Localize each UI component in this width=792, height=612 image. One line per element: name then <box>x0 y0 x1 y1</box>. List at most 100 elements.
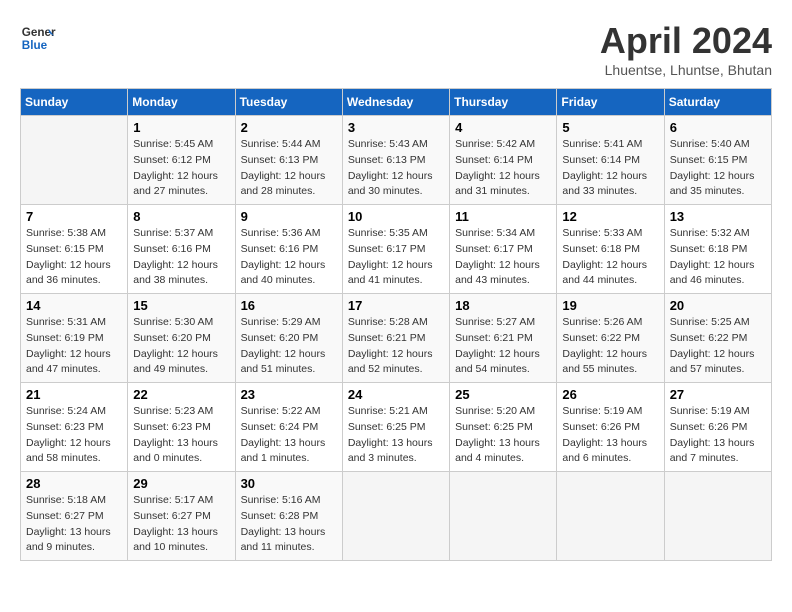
calendar-day-cell: 24 Sunrise: 5:21 AMSunset: 6:25 PMDayligh… <box>342 383 449 472</box>
calendar-day-cell: 23 Sunrise: 5:22 AMSunset: 6:24 PMDayligh… <box>235 383 342 472</box>
weekday-header-cell: Wednesday <box>342 89 449 116</box>
page-header: General Blue April 2024 Lhuentse, Lhunts… <box>20 20 772 78</box>
day-number: 18 <box>455 298 551 313</box>
calendar-week-row: 7 Sunrise: 5:38 AMSunset: 6:15 PMDaylight… <box>21 205 772 294</box>
day-info: Sunrise: 5:17 AMSunset: 6:27 PMDaylight:… <box>133 493 229 556</box>
day-number: 2 <box>241 120 337 135</box>
calendar-day-cell: 29Sunrise: 5:17 AMSunset: 6:27 PMDayligh… <box>128 472 235 561</box>
day-info: Sunrise: 5:35 AMSunset: 6:17 PMDaylight:… <box>348 226 444 289</box>
day-info: Sunrise: 5:18 AMSunset: 6:27 PMDaylight:… <box>26 493 122 556</box>
day-number: 19 <box>562 298 658 313</box>
day-number: 23 <box>241 387 337 402</box>
day-info: Sunrise: 5:38 AMSunset: 6:15 PMDaylight:… <box>26 226 122 289</box>
calendar-day-cell <box>664 472 771 561</box>
day-info: Sunrise: 5:31 AMSunset: 6:19 PMDaylight:… <box>26 315 122 378</box>
day-number: 3 <box>348 120 444 135</box>
day-info: Sunrise: 5:23 AMSunset: 6:23 PMDaylight:… <box>133 404 229 467</box>
day-number: 30 <box>241 476 337 491</box>
logo: General Blue <box>20 20 56 56</box>
day-info: Sunrise: 5:24 AMSunset: 6:23 PMDaylight:… <box>26 404 122 467</box>
day-info: Sunrise: 5:20 AMSunset: 6:25 PMDaylight:… <box>455 404 551 467</box>
calendar-day-cell: 5 Sunrise: 5:41 AMSunset: 6:14 PMDaylight… <box>557 116 664 205</box>
day-info: Sunrise: 5:41 AMSunset: 6:14 PMDaylight:… <box>562 137 658 200</box>
calendar-day-cell: 26Sunrise: 5:19 AMSunset: 6:26 PMDayligh… <box>557 383 664 472</box>
calendar-day-cell: 9 Sunrise: 5:36 AMSunset: 6:16 PMDaylight… <box>235 205 342 294</box>
calendar-day-cell: 16Sunrise: 5:29 AMSunset: 6:20 PMDayligh… <box>235 294 342 383</box>
calendar-body: 1Sunrise: 5:45 AMSunset: 6:12 PMDaylight… <box>21 116 772 561</box>
weekday-header-cell: Tuesday <box>235 89 342 116</box>
day-info: Sunrise: 5:33 AMSunset: 6:18 PMDaylight:… <box>562 226 658 289</box>
day-number: 1 <box>133 120 229 135</box>
day-info: Sunrise: 5:19 AMSunset: 6:26 PMDaylight:… <box>562 404 658 467</box>
calendar-day-cell: 30 Sunrise: 5:16 AMSunset: 6:28 PMDayligh… <box>235 472 342 561</box>
weekday-header-cell: Thursday <box>450 89 557 116</box>
weekday-header-row: SundayMondayTuesdayWednesdayThursdayFrid… <box>21 89 772 116</box>
day-info: Sunrise: 5:36 AMSunset: 6:16 PMDaylight:… <box>241 226 337 289</box>
day-info: Sunrise: 5:21 AMSunset: 6:25 PMDaylight:… <box>348 404 444 467</box>
calendar-day-cell: 21 Sunrise: 5:24 AMSunset: 6:23 PMDayligh… <box>21 383 128 472</box>
calendar-day-cell: 11Sunrise: 5:34 AMSunset: 6:17 PMDayligh… <box>450 205 557 294</box>
weekday-header-cell: Saturday <box>664 89 771 116</box>
calendar-day-cell: 20 Sunrise: 5:25 AMSunset: 6:22 PMDayligh… <box>664 294 771 383</box>
day-number: 20 <box>670 298 766 313</box>
calendar-week-row: 14 Sunrise: 5:31 AMSunset: 6:19 PMDayligh… <box>21 294 772 383</box>
day-info: Sunrise: 5:43 AMSunset: 6:13 PMDaylight:… <box>348 137 444 200</box>
day-number: 5 <box>562 120 658 135</box>
calendar-day-cell: 18 Sunrise: 5:27 AMSunset: 6:21 PMDayligh… <box>450 294 557 383</box>
day-info: Sunrise: 5:19 AMSunset: 6:26 PMDaylight:… <box>670 404 766 467</box>
day-info: Sunrise: 5:30 AMSunset: 6:20 PMDaylight:… <box>133 315 229 378</box>
day-info: Sunrise: 5:37 AMSunset: 6:16 PMDaylight:… <box>133 226 229 289</box>
calendar-day-cell: 6Sunrise: 5:40 AMSunset: 6:15 PMDaylight… <box>664 116 771 205</box>
day-info: Sunrise: 5:42 AMSunset: 6:14 PMDaylight:… <box>455 137 551 200</box>
day-number: 28 <box>26 476 122 491</box>
day-info: Sunrise: 5:22 AMSunset: 6:24 PMDaylight:… <box>241 404 337 467</box>
calendar-day-cell: 17Sunrise: 5:28 AMSunset: 6:21 PMDayligh… <box>342 294 449 383</box>
calendar-day-cell: 28 Sunrise: 5:18 AMSunset: 6:27 PMDayligh… <box>21 472 128 561</box>
calendar-day-cell: 8 Sunrise: 5:37 AMSunset: 6:16 PMDaylight… <box>128 205 235 294</box>
day-number: 25 <box>455 387 551 402</box>
day-number: 14 <box>26 298 122 313</box>
weekday-header-cell: Sunday <box>21 89 128 116</box>
calendar-day-cell: 12Sunrise: 5:33 AMSunset: 6:18 PMDayligh… <box>557 205 664 294</box>
day-info: Sunrise: 5:34 AMSunset: 6:17 PMDaylight:… <box>455 226 551 289</box>
day-number: 4 <box>455 120 551 135</box>
calendar-day-cell: 2 Sunrise: 5:44 AMSunset: 6:13 PMDaylight… <box>235 116 342 205</box>
day-info: Sunrise: 5:27 AMSunset: 6:21 PMDaylight:… <box>455 315 551 378</box>
day-info: Sunrise: 5:26 AMSunset: 6:22 PMDaylight:… <box>562 315 658 378</box>
calendar-day-cell: 13 Sunrise: 5:32 AMSunset: 6:18 PMDayligh… <box>664 205 771 294</box>
day-number: 15 <box>133 298 229 313</box>
calendar-day-cell <box>342 472 449 561</box>
day-info: Sunrise: 5:25 AMSunset: 6:22 PMDaylight:… <box>670 315 766 378</box>
day-info: Sunrise: 5:32 AMSunset: 6:18 PMDaylight:… <box>670 226 766 289</box>
day-number: 27 <box>670 387 766 402</box>
calendar-day-cell: 25 Sunrise: 5:20 AMSunset: 6:25 PMDayligh… <box>450 383 557 472</box>
calendar-table: SundayMondayTuesdayWednesdayThursdayFrid… <box>20 88 772 561</box>
day-info: Sunrise: 5:16 AMSunset: 6:28 PMDaylight:… <box>241 493 337 556</box>
calendar-week-row: 1Sunrise: 5:45 AMSunset: 6:12 PMDaylight… <box>21 116 772 205</box>
day-number: 13 <box>670 209 766 224</box>
calendar-day-cell: 7 Sunrise: 5:38 AMSunset: 6:15 PMDaylight… <box>21 205 128 294</box>
day-number: 16 <box>241 298 337 313</box>
svg-text:Blue: Blue <box>22 39 48 52</box>
calendar-day-cell: 22Sunrise: 5:23 AMSunset: 6:23 PMDayligh… <box>128 383 235 472</box>
calendar-day-cell <box>557 472 664 561</box>
calendar-day-cell: 1Sunrise: 5:45 AMSunset: 6:12 PMDaylight… <box>128 116 235 205</box>
calendar-day-cell: 4 Sunrise: 5:42 AMSunset: 6:14 PMDaylight… <box>450 116 557 205</box>
day-number: 21 <box>26 387 122 402</box>
weekday-header-cell: Monday <box>128 89 235 116</box>
day-number: 10 <box>348 209 444 224</box>
day-number: 8 <box>133 209 229 224</box>
day-info: Sunrise: 5:44 AMSunset: 6:13 PMDaylight:… <box>241 137 337 200</box>
calendar-week-row: 21 Sunrise: 5:24 AMSunset: 6:23 PMDayligh… <box>21 383 772 472</box>
calendar-week-row: 28 Sunrise: 5:18 AMSunset: 6:27 PMDayligh… <box>21 472 772 561</box>
calendar-day-cell: 10 Sunrise: 5:35 AMSunset: 6:17 PMDayligh… <box>342 205 449 294</box>
day-number: 9 <box>241 209 337 224</box>
calendar-day-cell <box>21 116 128 205</box>
day-number: 6 <box>670 120 766 135</box>
logo-icon: General Blue <box>20 20 56 56</box>
day-number: 24 <box>348 387 444 402</box>
title-block: April 2024 Lhuentse, Lhuntse, Bhutan <box>600 20 772 78</box>
day-number: 7 <box>26 209 122 224</box>
calendar-day-cell: 27 Sunrise: 5:19 AMSunset: 6:26 PMDayligh… <box>664 383 771 472</box>
calendar-day-cell: 3 Sunrise: 5:43 AMSunset: 6:13 PMDaylight… <box>342 116 449 205</box>
